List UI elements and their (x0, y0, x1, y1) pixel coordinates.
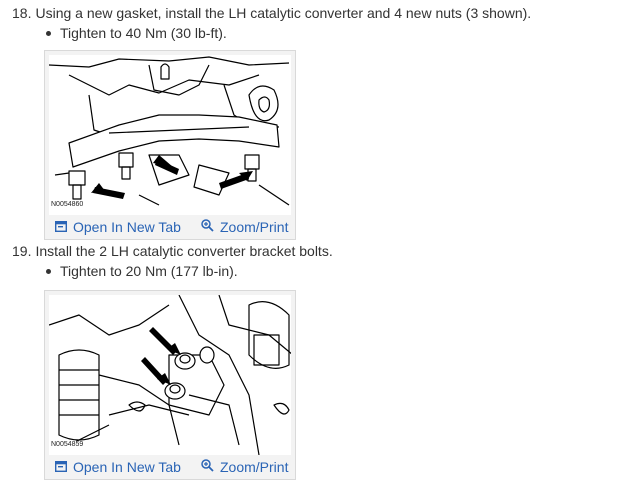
zoom-print-label: Zoom/Print (220, 459, 289, 475)
zoom-print-link[interactable]: Zoom/Print (201, 459, 288, 475)
figure-actions: Open In New Tab Zoom/Print (45, 215, 295, 239)
step-text: Using a new gasket, install the LH catal… (35, 5, 532, 21)
zoom-print-link[interactable]: Zoom/Print (201, 219, 288, 235)
step-number: 18. (12, 5, 32, 21)
illustration-catalytic-converter-nuts[interactable] (49, 55, 291, 215)
figure-caption: N0054860 (51, 201, 84, 208)
open-in-new-tab-link[interactable]: Open In New Tab (54, 459, 181, 475)
step-text: Install the 2 LH catalytic converter bra… (35, 243, 333, 259)
open-in-new-tab-label: Open In New Tab (73, 459, 181, 475)
open-in-new-tab-label: Open In New Tab (73, 219, 181, 235)
zoom-icon (201, 459, 214, 475)
open-in-new-tab-link[interactable]: Open In New Tab (54, 219, 181, 235)
step-18-bullet: Tighten to 40 Nm (30 lb-ft). (46, 25, 227, 41)
figure-actions: Open In New Tab Zoom/Print (45, 455, 295, 479)
figure-caption: N0054859 (51, 441, 84, 448)
step-18: 18. Using a new gasket, install the LH ca… (12, 4, 531, 22)
figure-2: N0054859 Open In New Tab Zoom/Print (44, 290, 296, 480)
step-19-bullet: Tighten to 20 Nm (177 lb-in). (46, 263, 238, 279)
step-number: 19. (12, 243, 32, 259)
step-19: 19. Install the 2 LH catalytic converter … (12, 242, 333, 260)
figure-1: N0054860 Open In New Tab Zoom/Print (44, 50, 296, 240)
zoom-print-label: Zoom/Print (220, 219, 289, 235)
zoom-icon (201, 219, 214, 235)
open-in-new-tab-icon (54, 459, 68, 475)
illustration-bracket-bolts[interactable] (49, 295, 291, 455)
open-in-new-tab-icon (54, 219, 68, 235)
